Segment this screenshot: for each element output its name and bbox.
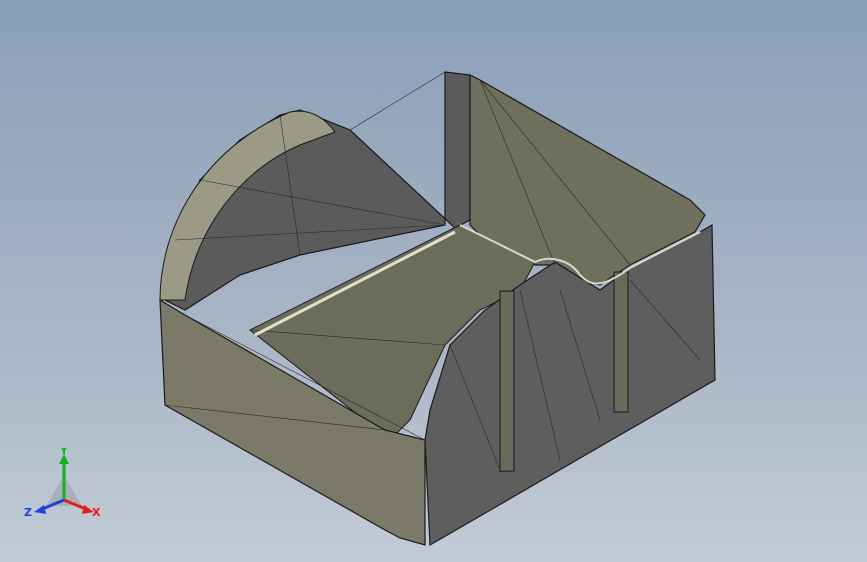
orientation-triad[interactable]: Y X Z <box>24 448 104 524</box>
model-3d-view[interactable] <box>0 0 867 562</box>
z-axis-arrow-icon <box>34 505 46 514</box>
rib-1 <box>499 290 515 472</box>
y-axis-label: Y <box>59 448 69 457</box>
z-axis-label: Z <box>24 506 32 519</box>
rib-2 <box>613 271 629 413</box>
graphics-viewport[interactable]: Y X Z <box>0 0 867 562</box>
x-axis-label: X <box>92 506 101 519</box>
